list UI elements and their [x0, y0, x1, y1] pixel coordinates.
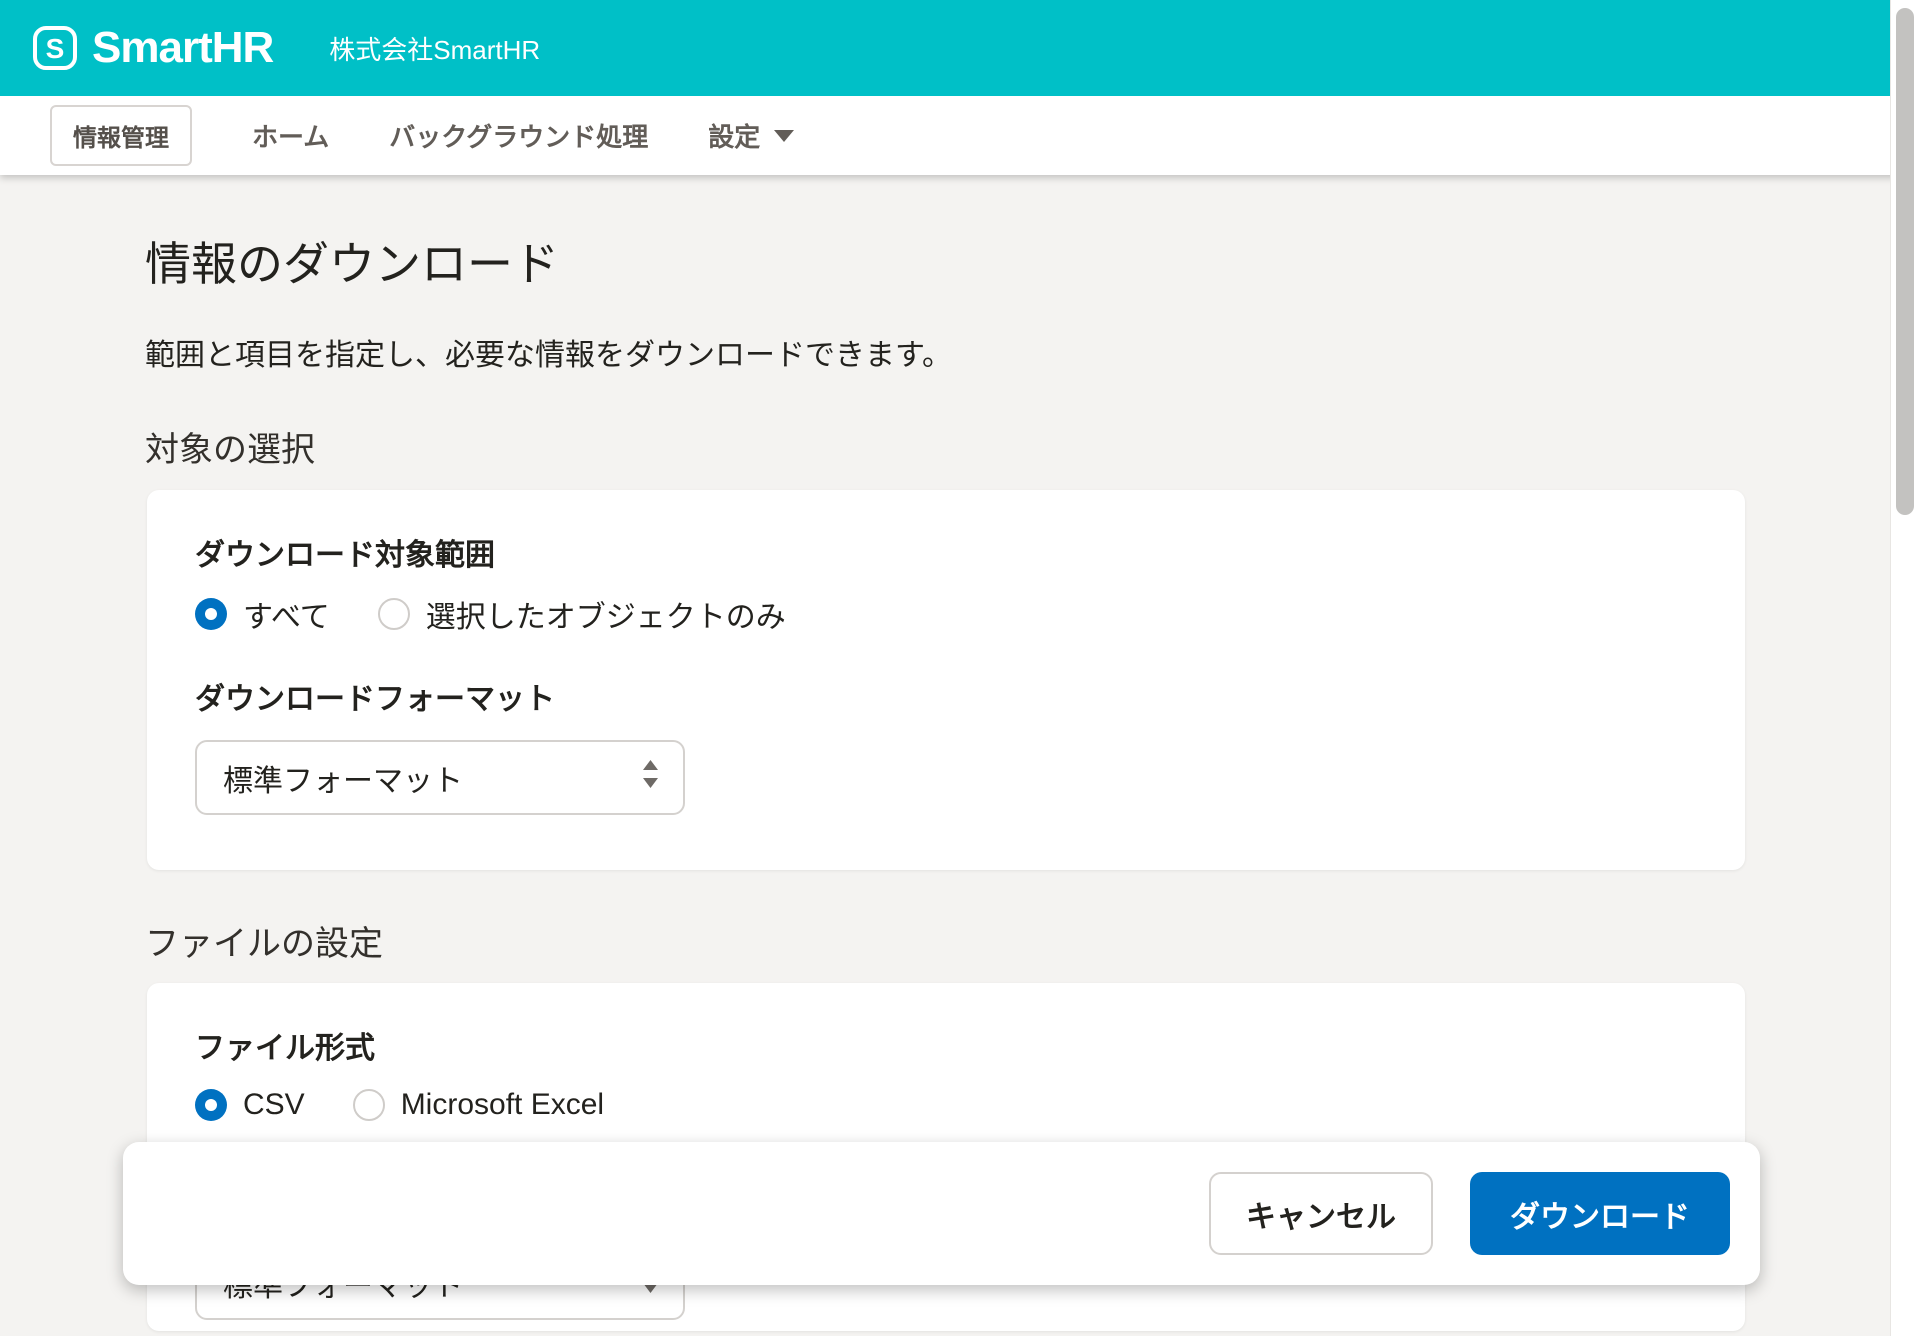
section-heading-target: 対象の選択 [145, 422, 315, 471]
company-name: 株式会社SmartHR [329, 30, 540, 67]
nav-item-settings[interactable]: 設定 [708, 117, 794, 154]
download-format-select-value: 標準フォーマット [223, 756, 463, 800]
file-format-radio-group: CSV Microsoft Excel [195, 1083, 604, 1127]
app-header: S SmartHR 株式会社SmartHR [0, 0, 1920, 96]
radio-unselected-icon [378, 598, 410, 630]
svg-text:S: S [46, 33, 65, 64]
smarthr-logo-icon: S [32, 25, 78, 71]
radio-selected-icon [195, 1089, 227, 1121]
page-title: 情報のダウンロード [145, 228, 559, 294]
radio-unselected-icon [353, 1089, 385, 1121]
download-format-select[interactable]: 標準フォーマット [195, 740, 685, 815]
main-nav: 情報管理 ホーム バックグラウンド処理 設定 [0, 96, 1920, 175]
download-scope-label: ダウンロード対象範囲 [195, 538, 495, 574]
select-updown-icon [642, 760, 659, 796]
floating-action-bar: キャンセル ダウンロード [123, 1142, 1760, 1285]
nav-item-home[interactable]: ホーム [252, 117, 329, 154]
download-button[interactable]: ダウンロード [1470, 1172, 1730, 1255]
smarthr-logo[interactable]: S SmartHR [32, 25, 273, 71]
section-heading-file: ファイルの設定 [145, 916, 383, 965]
radio-option-all-label: すべて [243, 592, 330, 636]
radio-option-all[interactable]: すべて [195, 592, 330, 636]
page-description: 範囲と項目を指定し、必要な情報をダウンロードできます。 [145, 330, 952, 374]
settings-label: 設定 [708, 117, 760, 154]
app-window: S SmartHR 株式会社SmartHR 情報管理 ホーム バックグラウンド処… [0, 0, 1920, 1336]
radio-option-selected-objects[interactable]: 選択したオブジェクトのみ [378, 592, 786, 636]
radio-selected-icon [195, 598, 227, 630]
radio-option-excel-label: Microsoft Excel [401, 1088, 604, 1122]
download-format-label: ダウンロードフォーマット [195, 682, 555, 718]
radio-option-selected-objects-label: 選択したオブジェクトのみ [426, 592, 786, 636]
download-scope-radio-group: すべて 選択したオブジェクトのみ [195, 592, 786, 636]
radio-option-csv-label: CSV [243, 1088, 305, 1122]
radio-option-excel[interactable]: Microsoft Excel [353, 1088, 604, 1122]
file-format-label: ファイル形式 [195, 1031, 375, 1067]
nav-item-information-management[interactable]: 情報管理 [50, 105, 192, 166]
radio-option-csv[interactable]: CSV [195, 1088, 305, 1122]
nav-item-background-jobs[interactable]: バックグラウンド処理 [389, 117, 648, 154]
scrollbar-thumb[interactable] [1896, 8, 1914, 515]
chevron-down-icon [774, 130, 794, 142]
target-selection-card: ダウンロード対象範囲 すべて 選択したオブジェクトのみ ダウンロードフォーマット… [147, 490, 1745, 870]
cancel-button[interactable]: キャンセル [1209, 1172, 1433, 1255]
vertical-scrollbar[interactable] [1890, 0, 1920, 1336]
brand-name: SmartHR [92, 26, 273, 70]
